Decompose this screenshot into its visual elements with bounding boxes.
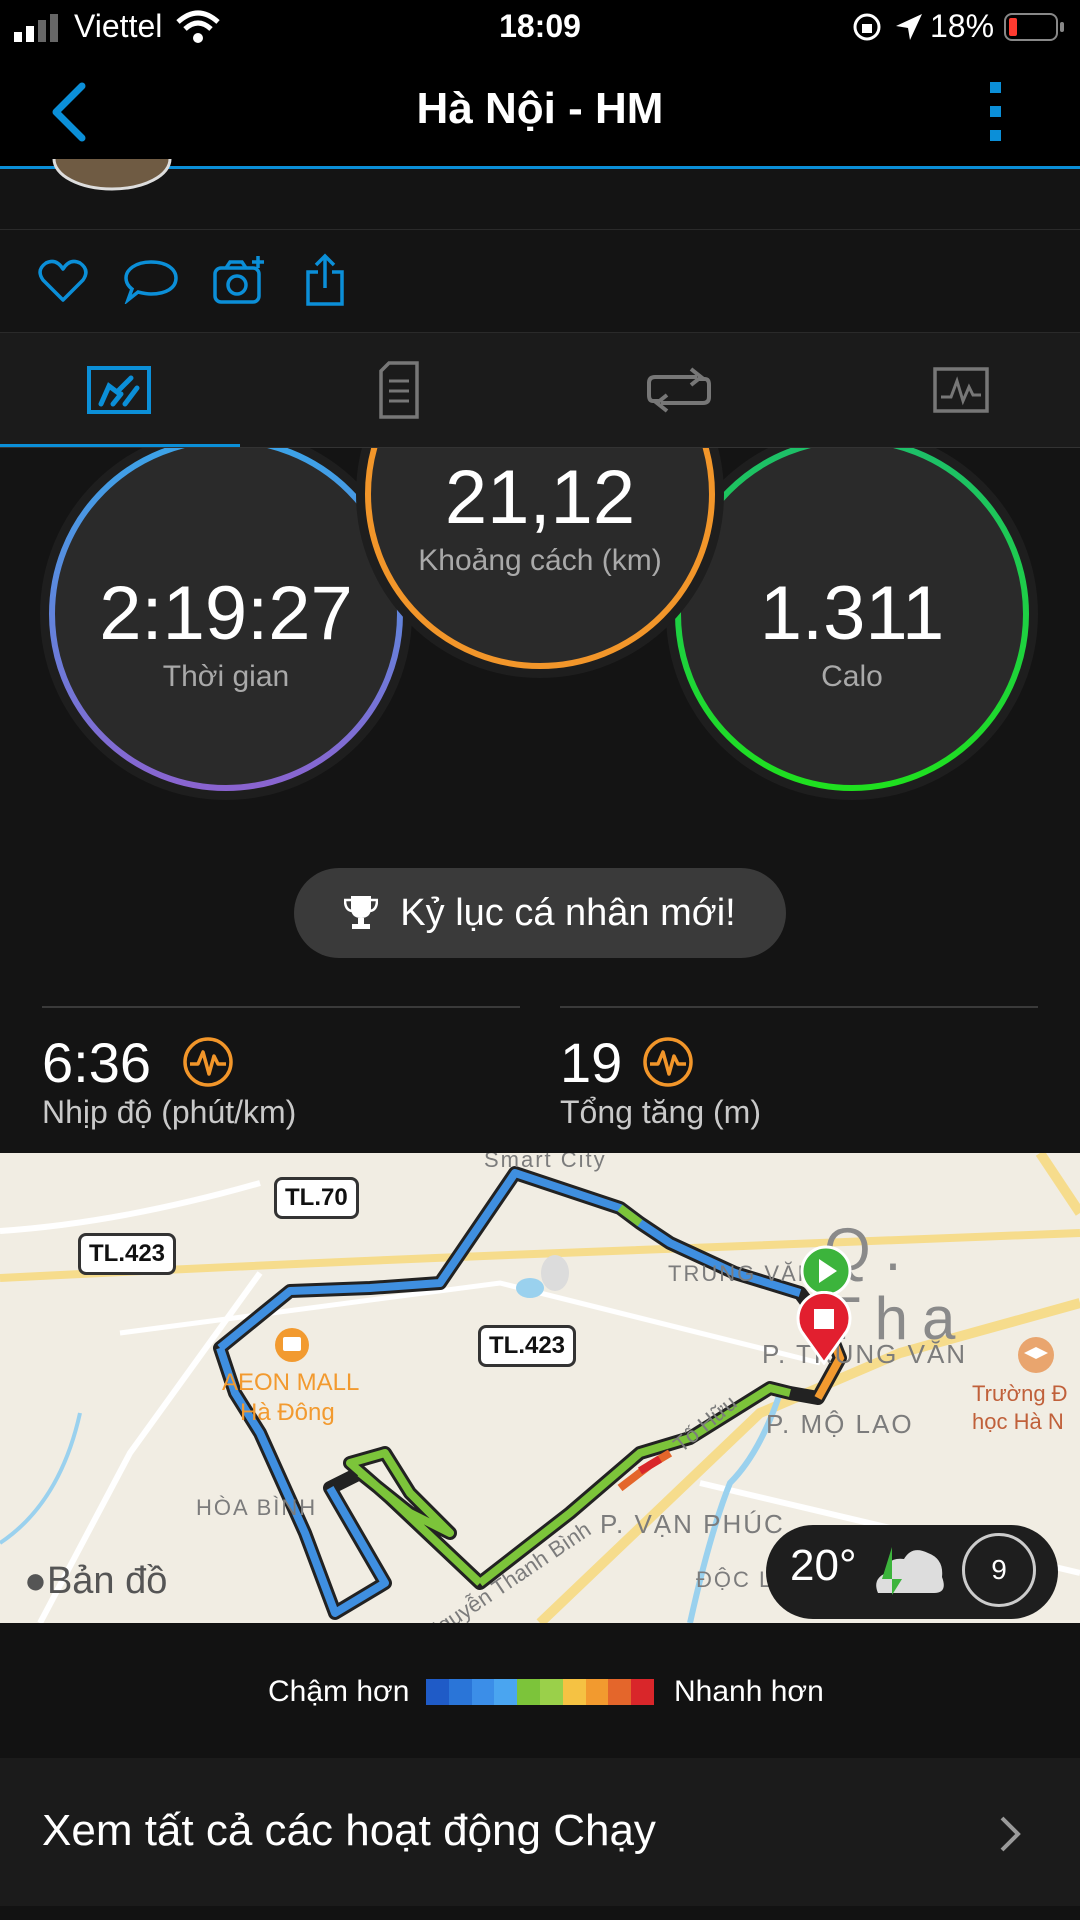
pace-legend: Chậm hơn Nhanh hơn xyxy=(0,1623,1080,1758)
elevation-value: 19 xyxy=(560,1031,623,1094)
elevation-info-icon[interactable] xyxy=(642,1036,694,1088)
document-icon xyxy=(379,361,419,419)
calories-value: 1.311 xyxy=(759,571,945,656)
map-label: học Hà N xyxy=(972,1409,1064,1434)
distance-label: Khoảng cách (km) xyxy=(418,544,662,577)
tab-laps[interactable] xyxy=(544,333,814,447)
divider xyxy=(42,1006,520,1008)
legend-slow-label: Chậm hơn xyxy=(268,1675,410,1708)
tab-charts[interactable] xyxy=(826,333,1080,447)
map-label: AEON MALL xyxy=(222,1369,360,1396)
legend-fast-label: Nhanh hơn xyxy=(674,1675,824,1708)
road-badge: TL.423 xyxy=(478,1325,577,1367)
pace-label: Nhịp độ (phút/km) xyxy=(42,1094,297,1130)
weather-badge[interactable]: 20° 9 xyxy=(766,1525,1058,1619)
chevron-right-icon xyxy=(1000,1816,1021,1852)
personal-record-badge[interactable]: Kỷ lục cá nhân mới! xyxy=(294,868,786,958)
map-label: P. VẠN PHÚC xyxy=(600,1509,785,1539)
road-badge: TL.423 xyxy=(78,1233,177,1275)
battery-percent: 18% xyxy=(930,8,995,44)
map-label: TRUNG VĂN xyxy=(668,1261,816,1286)
share-button[interactable] xyxy=(304,252,348,308)
laps-icon xyxy=(647,367,711,413)
orientation-lock-icon xyxy=(853,13,881,41)
trophy-icon xyxy=(344,896,379,929)
comment-button[interactable] xyxy=(124,258,178,304)
wind-speed: 9 xyxy=(962,1533,1036,1607)
map-brand: Bản đồ xyxy=(46,1560,168,1602)
location-arrow-icon xyxy=(896,14,922,40)
map-label: Hà Đông xyxy=(240,1399,335,1426)
stats-section: 2:19:27 Thời gian 21,12 Khoảng cách (km)… xyxy=(0,448,1080,1153)
more-options-button[interactable] xyxy=(988,80,1004,144)
time-value: 2:19:27 xyxy=(99,571,353,656)
nav-bar: Hà Nội - HM xyxy=(0,58,1080,169)
apple-logo-icon: ● xyxy=(24,1560,47,1602)
pace-value: 6:36 xyxy=(42,1031,151,1094)
finish-marker-icon xyxy=(796,1291,852,1365)
activity-tabs xyxy=(0,333,1080,448)
summary-chart-icon xyxy=(87,366,151,414)
personal-record-text: Kỷ lục cá nhân mới! xyxy=(400,891,736,934)
map-label: Q. Tha xyxy=(824,1216,970,1352)
map-label: Trường Đ xyxy=(972,1381,1068,1406)
elevation-label: Tổng tăng (m) xyxy=(560,1094,761,1130)
activity-header xyxy=(0,159,1080,230)
pace-color-scale xyxy=(426,1679,654,1705)
divider xyxy=(560,1006,1038,1008)
map-label: P. MỘ LAO xyxy=(766,1409,914,1439)
page-title: Hà Nội - HM xyxy=(416,84,664,133)
distance-value: 21,12 xyxy=(444,455,636,540)
chart-icon xyxy=(933,367,989,413)
social-actions-row xyxy=(0,230,1080,333)
tab-stats[interactable] xyxy=(264,333,534,447)
cloud-icon xyxy=(876,1547,944,1595)
calories-label: Calo xyxy=(821,660,883,693)
like-button[interactable] xyxy=(38,258,88,304)
map-label: Smart City xyxy=(484,1153,607,1172)
time-label: Thời gian xyxy=(162,660,290,693)
see-all-runs-row[interactable]: Xem tất cả các hoạt động Chạy xyxy=(0,1758,1080,1906)
tab-overview[interactable] xyxy=(16,333,222,447)
see-all-label: Xem tất cả các hoạt động Chạy xyxy=(42,1806,656,1855)
avatar[interactable] xyxy=(52,159,172,193)
map-label: HÒA BÌNH xyxy=(196,1495,318,1520)
active-tab-indicator xyxy=(0,444,240,447)
road-badge: TL.70 xyxy=(274,1177,359,1219)
temperature: 20° xyxy=(790,1541,857,1590)
battery-icon xyxy=(1004,13,1064,41)
add-photo-button[interactable] xyxy=(212,254,268,306)
map-attribution: ●Bản đồ xyxy=(24,1560,167,1603)
status-bar: Viettel 18:09 18% xyxy=(0,0,1080,58)
map-label: ĐỘC L xyxy=(696,1567,774,1592)
pace-info-icon[interactable] xyxy=(182,1036,234,1088)
